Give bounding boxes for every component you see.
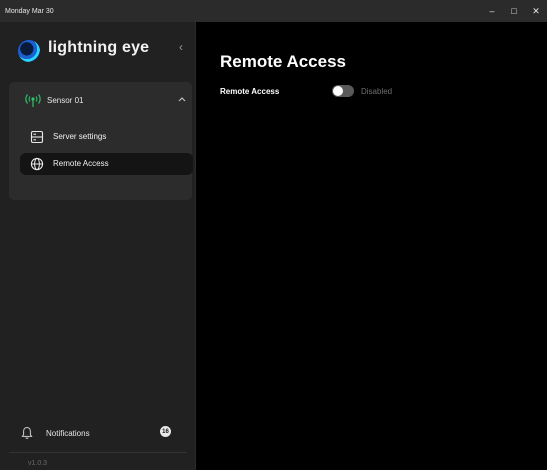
globe-icon bbox=[30, 157, 44, 171]
sidebar: lightning eye ‹ Sensor 01 Server setting… bbox=[0, 22, 196, 470]
brand-name: lightning eye bbox=[48, 39, 150, 56]
bell-icon bbox=[21, 426, 33, 439]
maximize-button[interactable]: □ bbox=[503, 0, 525, 22]
page-title: Remote Access bbox=[220, 52, 346, 71]
chevron-up-icon[interactable] bbox=[177, 94, 187, 104]
antenna-icon bbox=[25, 94, 41, 107]
notification-count-badge: 16 bbox=[160, 426, 171, 437]
divider bbox=[9, 452, 187, 453]
collapse-sidebar-button[interactable]: ‹ bbox=[174, 40, 188, 56]
sensor-group: Sensor 01 Server settings Remote Access bbox=[9, 82, 193, 200]
remote-access-toggle[interactable] bbox=[332, 85, 354, 97]
close-button[interactable]: ✕ bbox=[525, 0, 547, 22]
minimize-button[interactable]: – bbox=[481, 0, 503, 22]
main-content: Remote Access Remote Access Disabled bbox=[196, 22, 547, 470]
notifications-button[interactable]: Notifications 16 bbox=[0, 420, 195, 446]
logo-icon bbox=[18, 40, 40, 62]
nav-item-label: Remote Access bbox=[53, 159, 109, 168]
notifications-label: Notifications bbox=[46, 429, 90, 438]
nav-item-server-settings[interactable]: Server settings bbox=[20, 126, 193, 148]
nav-item-remote-access[interactable]: Remote Access bbox=[20, 153, 193, 175]
remote-access-status: Disabled bbox=[361, 87, 393, 96]
title-bar: Monday Mar 30 – □ ✕ bbox=[0, 0, 547, 22]
remote-access-setting-label: Remote Access bbox=[220, 87, 280, 96]
window-controls: – □ ✕ bbox=[481, 0, 547, 22]
version-label: v1.0.3 bbox=[28, 460, 48, 467]
nav-item-label: Server settings bbox=[53, 132, 107, 141]
server-icon bbox=[30, 130, 44, 144]
date-label: Monday Mar 30 bbox=[5, 7, 54, 15]
brand: lightning eye ‹ bbox=[0, 22, 195, 76]
sensor-header[interactable]: Sensor 01 bbox=[9, 82, 192, 120]
sensor-label: Sensor 01 bbox=[47, 96, 84, 105]
toggle-knob bbox=[333, 86, 343, 96]
